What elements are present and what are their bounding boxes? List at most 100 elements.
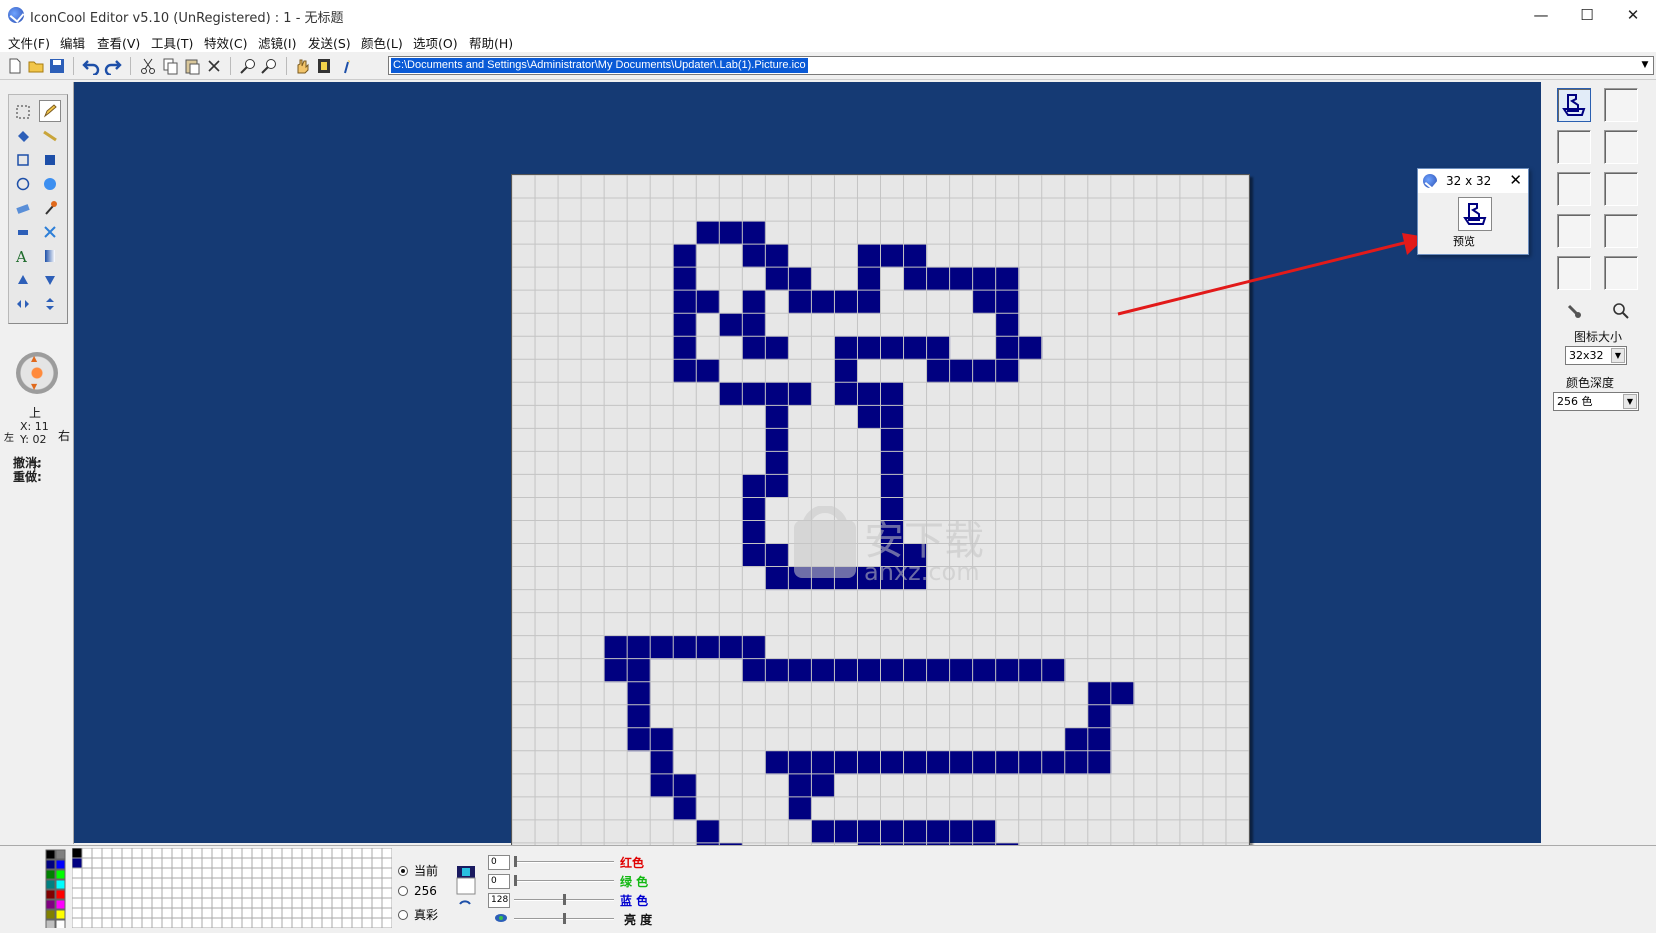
custom-palette-swatch[interactable]	[321, 857, 333, 869]
custom-palette-swatch[interactable]	[91, 917, 103, 928]
custom-palette-swatch[interactable]	[301, 877, 313, 889]
pixel[interactable]	[834, 750, 858, 775]
pixel[interactable]	[880, 658, 905, 683]
custom-palette-swatch[interactable]	[151, 857, 163, 869]
custom-palette-swatch[interactable]	[171, 897, 183, 909]
palette-swatch[interactable]	[45, 899, 56, 910]
custom-palette-swatch[interactable]	[261, 887, 273, 899]
pixel[interactable]	[995, 290, 1020, 314]
custom-palette-swatch[interactable]	[81, 877, 93, 889]
custom-palette-swatch[interactable]	[141, 848, 153, 859]
custom-palette-swatch[interactable]	[111, 887, 123, 899]
pixel[interactable]	[972, 359, 997, 383]
palette-swatch[interactable]	[55, 899, 66, 910]
custom-palette-swatch[interactable]	[91, 848, 103, 859]
custom-palette-swatch[interactable]	[101, 887, 113, 899]
custom-palette-swatch[interactable]	[291, 867, 303, 879]
custom-palette-swatch[interactable]	[81, 857, 93, 869]
custom-palette-swatch[interactable]	[171, 907, 183, 919]
pixel[interactable]	[1087, 750, 1112, 775]
custom-palette-swatch[interactable]	[231, 877, 243, 889]
custom-palette-swatch[interactable]	[241, 917, 253, 928]
custom-palette-swatch[interactable]	[291, 907, 303, 919]
custom-palette-swatch[interactable]	[371, 917, 383, 928]
pixel[interactable]	[788, 382, 812, 406]
custom-palette-swatch[interactable]	[301, 857, 313, 869]
custom-palette-swatch[interactable]	[231, 857, 243, 869]
icon-slot-selected[interactable]	[1557, 88, 1591, 122]
custom-palette-swatch[interactable]	[211, 877, 223, 889]
palette-swatch[interactable]	[45, 879, 56, 890]
custom-palette-swatch[interactable]	[171, 857, 183, 869]
pixel[interactable]	[1018, 750, 1043, 775]
pixel[interactable]	[650, 635, 674, 660]
custom-palette-swatch[interactable]	[261, 877, 273, 889]
custom-palette-swatch[interactable]	[271, 887, 283, 899]
custom-palette-swatch[interactable]	[181, 887, 193, 899]
pixel[interactable]	[719, 635, 743, 660]
palette-swatch[interactable]	[55, 919, 66, 928]
custom-palette-swatch[interactable]	[221, 877, 233, 889]
palette-swatch[interactable]	[45, 889, 56, 900]
custom-palette-swatch[interactable]	[381, 848, 392, 859]
filled-ellipse-icon[interactable]	[39, 173, 61, 195]
custom-palette-swatch[interactable]	[111, 848, 123, 859]
custom-palette-swatch[interactable]	[251, 857, 263, 869]
copy-icon[interactable]	[161, 57, 179, 75]
pixel[interactable]	[995, 750, 1020, 775]
chevron-down-icon[interactable]: ▼	[1611, 348, 1625, 363]
line-icon[interactable]	[39, 125, 61, 147]
custom-palette-swatch[interactable]	[331, 907, 343, 919]
custom-palette-swatch[interactable]	[271, 857, 283, 869]
icon-size-select[interactable]: 32x32 ▼	[1565, 346, 1627, 365]
pixel[interactable]	[673, 635, 697, 660]
pixel[interactable]	[880, 336, 905, 360]
pixel[interactable]	[834, 336, 858, 360]
pixel[interactable]	[972, 267, 997, 291]
custom-palette-swatch[interactable]	[121, 877, 133, 889]
pixel[interactable]	[972, 290, 997, 314]
pixel[interactable]	[604, 658, 628, 683]
custom-palette-swatch[interactable]	[131, 857, 143, 869]
custom-palette-swatch[interactable]	[181, 877, 193, 889]
green-slider-thumb[interactable]	[514, 875, 517, 886]
pixel[interactable]	[1041, 658, 1066, 683]
pixel[interactable]	[742, 658, 766, 683]
custom-palette-swatch[interactable]	[311, 848, 323, 859]
custom-palette-swatch[interactable]	[291, 917, 303, 928]
custom-palette-swatch[interactable]	[281, 857, 293, 869]
custom-palette-swatch[interactable]	[371, 887, 383, 899]
custom-palette-swatch[interactable]	[231, 897, 243, 909]
flip-vertical-icon[interactable]	[39, 293, 61, 315]
icon-slot[interactable]	[1557, 214, 1591, 248]
custom-palette-swatch[interactable]	[341, 907, 353, 919]
pixel[interactable]	[673, 244, 697, 268]
pixel[interactable]	[857, 382, 881, 406]
custom-palette-swatch[interactable]	[72, 867, 83, 879]
custom-palette-swatch[interactable]	[231, 887, 243, 899]
custom-palette-swatch[interactable]	[81, 917, 93, 928]
custom-palette-swatch[interactable]	[151, 848, 163, 859]
custom-palette-swatch[interactable]	[311, 897, 323, 909]
icon-slot[interactable]	[1604, 130, 1638, 164]
custom-palette-swatch[interactable]	[361, 897, 373, 909]
custom-palette-swatch[interactable]	[311, 857, 323, 869]
open-folder-icon[interactable]	[27, 57, 45, 75]
pixel[interactable]	[857, 290, 881, 314]
custom-palette-swatch[interactable]	[72, 877, 83, 889]
custom-palette-swatch[interactable]	[91, 887, 103, 899]
minimize-button[interactable]: —	[1518, 0, 1564, 30]
custom-palette-swatch[interactable]	[151, 877, 163, 889]
custom-palette-swatch[interactable]	[281, 867, 293, 879]
custom-palette-swatch[interactable]	[91, 897, 103, 909]
custom-palette-swatch[interactable]	[291, 857, 303, 869]
palette-swatch[interactable]	[55, 869, 66, 880]
pixel[interactable]	[903, 244, 928, 268]
custom-palette-swatch[interactable]	[141, 877, 153, 889]
color-picker-icon[interactable]	[39, 197, 61, 219]
pixel[interactable]	[926, 819, 951, 844]
delete-icon[interactable]	[205, 57, 223, 75]
pixel[interactable]	[719, 382, 743, 406]
custom-palette-swatch[interactable]	[111, 917, 123, 928]
pixel[interactable]	[926, 267, 951, 291]
